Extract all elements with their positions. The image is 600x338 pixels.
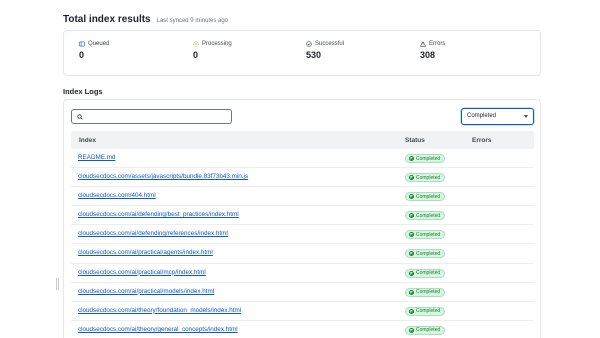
status-filter-select[interactable]: Completed bbox=[461, 108, 534, 125]
status-badge: Completed bbox=[405, 154, 446, 163]
check-circle-icon bbox=[409, 213, 414, 219]
status-text: Completed bbox=[416, 212, 441, 219]
status-text: Completed bbox=[416, 250, 441, 257]
stat-label: Successful bbox=[315, 41, 345, 47]
index-logs-table: Index Status Errors README.md Completed cl… bbox=[71, 131, 534, 338]
check-circle-icon bbox=[409, 251, 414, 257]
status-badge: Completed bbox=[405, 249, 446, 259]
check-circle-icon bbox=[409, 308, 414, 314]
stat-value: 0 bbox=[193, 50, 199, 60]
index-link[interactable]: cloudsecdocs.com/ai/practical/mcp/index.… bbox=[78, 269, 206, 276]
status-badge: Completed bbox=[405, 268, 446, 278]
index-logs-title: Index Logs bbox=[63, 87, 103, 96]
check-circle-icon bbox=[306, 41, 312, 47]
index-link[interactable]: cloudsecdocs.com/ai/defending/best_pract… bbox=[78, 211, 239, 218]
status-text: Completed bbox=[416, 289, 441, 296]
page-title: Total index results bbox=[63, 14, 151, 25]
column-header-status: Status bbox=[405, 136, 425, 144]
search-icon bbox=[77, 114, 83, 120]
check-circle-icon bbox=[409, 289, 414, 295]
table-row: cloudsecdocs.com/ai/defending/references… bbox=[71, 225, 534, 245]
index-link[interactable]: cloudsecdocs.com/404.html bbox=[78, 192, 156, 199]
index-link[interactable]: cloudsecdocs.com/ai/defending/references… bbox=[78, 230, 228, 237]
check-circle-icon bbox=[409, 156, 414, 161]
index-link[interactable]: cloudsecdocs.com/ai/theory/general_conce… bbox=[78, 326, 238, 333]
stat-label: Processing bbox=[202, 41, 232, 47]
table-row: README.md Completed bbox=[71, 149, 534, 169]
chevron-down-icon bbox=[524, 115, 528, 118]
index-link[interactable]: cloudsecdocs.com/ai/practical/agents/ind… bbox=[78, 249, 213, 256]
last-synced-text: Last synced 9 minutes ago bbox=[156, 18, 229, 24]
stat-value: 530 bbox=[306, 50, 322, 60]
status-text: Completed bbox=[416, 155, 441, 162]
table-row: cloudsecdocs.com/ai/practical/mcp/index.… bbox=[71, 264, 534, 283]
table-header: Index Status Errors bbox=[71, 131, 534, 149]
status-text: Completed bbox=[416, 270, 441, 277]
status-badge: Completed bbox=[405, 230, 446, 240]
index-link[interactable]: cloudsecdocs.com/ai/practical/models/ind… bbox=[78, 288, 214, 295]
status-badge: Completed bbox=[405, 287, 446, 297]
results-header: Total index results Last synced 9 minute… bbox=[63, 14, 228, 25]
stat-errors: Errors 308 bbox=[420, 41, 445, 60]
stat-successful: Successful 530 bbox=[306, 41, 344, 60]
status-text: Completed bbox=[416, 327, 441, 334]
column-header-errors: Errors bbox=[472, 136, 492, 144]
search-input[interactable] bbox=[86, 111, 226, 122]
check-circle-icon bbox=[409, 232, 414, 238]
processing-icon bbox=[193, 41, 199, 47]
index-link[interactable]: cloudsecdocs.com/assets/javascripts/bund… bbox=[78, 173, 248, 180]
status-text: Completed bbox=[416, 193, 441, 200]
table-row: cloudsecdocs.com/ai/theory/general_conce… bbox=[71, 321, 534, 338]
queued-icon bbox=[79, 41, 85, 47]
table-row: cloudsecdocs.com/404.html Completed bbox=[71, 187, 534, 207]
table-row: cloudsecdocs.com/ai/practical/agents/ind… bbox=[71, 244, 534, 264]
status-filter-value: Completed bbox=[467, 113, 497, 119]
status-badge: Completed bbox=[405, 211, 446, 221]
stat-queued: Queued 0 bbox=[79, 41, 109, 60]
stat-value: 0 bbox=[79, 50, 85, 60]
index-logs-card: Completed Index Status Errors README.md C… bbox=[63, 99, 541, 338]
table-row: cloudsecdocs.com/ai/theory/foundation_mo… bbox=[71, 302, 534, 321]
check-circle-icon bbox=[409, 270, 414, 276]
warning-icon bbox=[420, 41, 426, 47]
status-badge: Completed bbox=[405, 325, 446, 335]
resize-handle[interactable] bbox=[56, 278, 60, 290]
stats-card: Queued 0 Processing 0 Successful 530 Err… bbox=[63, 30, 541, 76]
stat-label: Errors bbox=[429, 41, 446, 47]
check-circle-icon bbox=[409, 175, 414, 181]
check-circle-icon bbox=[409, 327, 414, 333]
status-badge: Completed bbox=[405, 173, 446, 183]
table-row: cloudsecdocs.com/assets/javascripts/bund… bbox=[71, 168, 534, 188]
column-header-index: Index bbox=[79, 136, 96, 144]
status-text: Completed bbox=[416, 174, 441, 181]
stat-value: 308 bbox=[420, 50, 436, 60]
stat-label: Queued bbox=[88, 41, 110, 47]
table-row: cloudsecdocs.com/ai/defending/best_pract… bbox=[71, 206, 534, 226]
search-box[interactable] bbox=[71, 109, 232, 124]
table-body: README.md Completed cloudsecdocs.com/asset… bbox=[71, 149, 534, 338]
status-badge: Completed bbox=[405, 306, 446, 316]
table-row: cloudsecdocs.com/ai/practical/models/ind… bbox=[71, 283, 534, 302]
status-text: Completed bbox=[416, 231, 441, 238]
index-link[interactable]: README.md bbox=[78, 154, 115, 161]
stat-processing: Processing 0 bbox=[193, 41, 232, 60]
check-circle-icon bbox=[409, 194, 414, 200]
status-text: Completed bbox=[416, 308, 441, 315]
index-link[interactable]: cloudsecdocs.com/ai/theory/foundation_mo… bbox=[78, 307, 241, 314]
status-badge: Completed bbox=[405, 192, 446, 202]
